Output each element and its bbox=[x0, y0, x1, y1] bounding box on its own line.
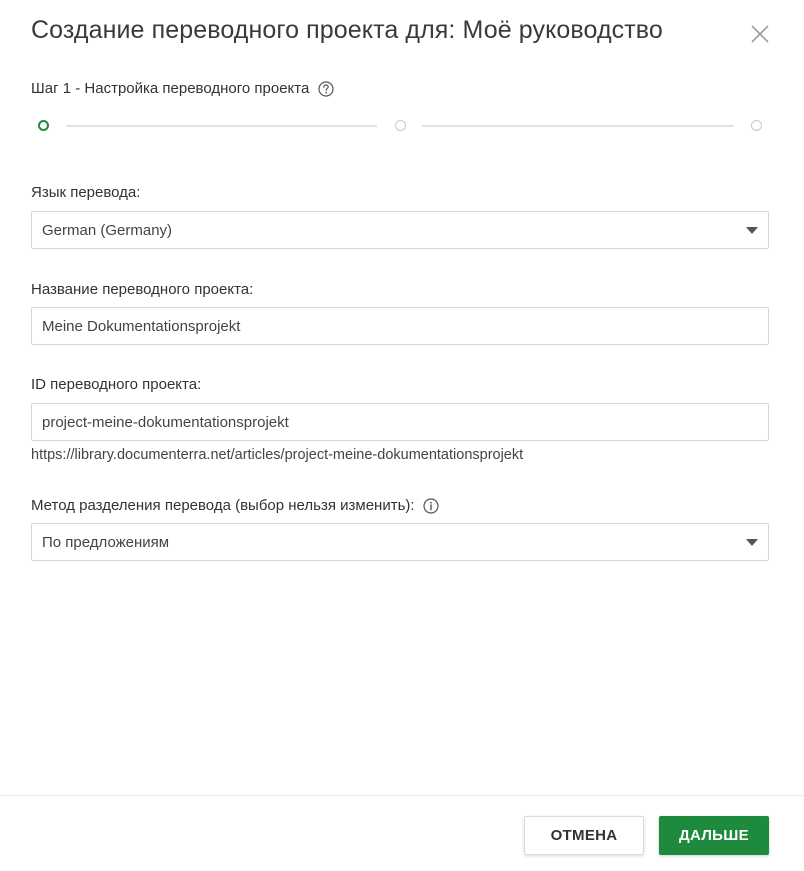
project-url-preview: https://library.documenterra.net/article… bbox=[31, 447, 524, 463]
caret-down-icon bbox=[746, 539, 758, 546]
step-header: Шаг 1 - Настройка переводного проекта bbox=[31, 80, 334, 97]
step-label: Шаг 1 - Настройка переводного проекта bbox=[31, 80, 310, 97]
step-dot-1 bbox=[38, 120, 49, 131]
cancel-button[interactable]: ОТМЕНА bbox=[524, 816, 644, 855]
split-method-label-row: Метод разделения перевода (выбор нельзя … bbox=[31, 497, 439, 514]
project-id-label: ID переводного проекта: bbox=[31, 376, 202, 393]
dialog-title: Создание переводного проекта для: Моё ру… bbox=[31, 16, 663, 44]
caret-down-icon bbox=[746, 227, 758, 234]
progress-stepper bbox=[38, 120, 762, 132]
create-translation-project-dialog: Создание переводного проекта для: Моё ру… bbox=[0, 0, 804, 871]
info-icon[interactable] bbox=[422, 497, 439, 514]
project-name-input[interactable] bbox=[31, 307, 769, 345]
project-name-label: Название переводного проекта: bbox=[31, 281, 254, 298]
language-select[interactable]: German (Germany) bbox=[31, 211, 769, 249]
language-select-value: German (Germany) bbox=[42, 221, 173, 239]
split-method-select[interactable]: По предложениям bbox=[31, 523, 769, 561]
close-icon[interactable] bbox=[748, 22, 772, 46]
step-connector-2 bbox=[422, 125, 734, 127]
split-method-label: Метод разделения перевода (выбор нельзя … bbox=[31, 497, 415, 514]
step-dot-2 bbox=[395, 120, 406, 131]
help-icon[interactable] bbox=[318, 80, 334, 97]
split-method-select-value: По предложениям bbox=[42, 533, 170, 551]
step-connector-1 bbox=[66, 125, 377, 127]
footer-divider bbox=[0, 795, 804, 796]
language-label: Язык перевода: bbox=[31, 184, 141, 201]
next-button[interactable]: ДАЛЬШЕ bbox=[659, 816, 769, 855]
step-dot-3 bbox=[751, 120, 762, 131]
project-id-input[interactable] bbox=[31, 403, 769, 441]
